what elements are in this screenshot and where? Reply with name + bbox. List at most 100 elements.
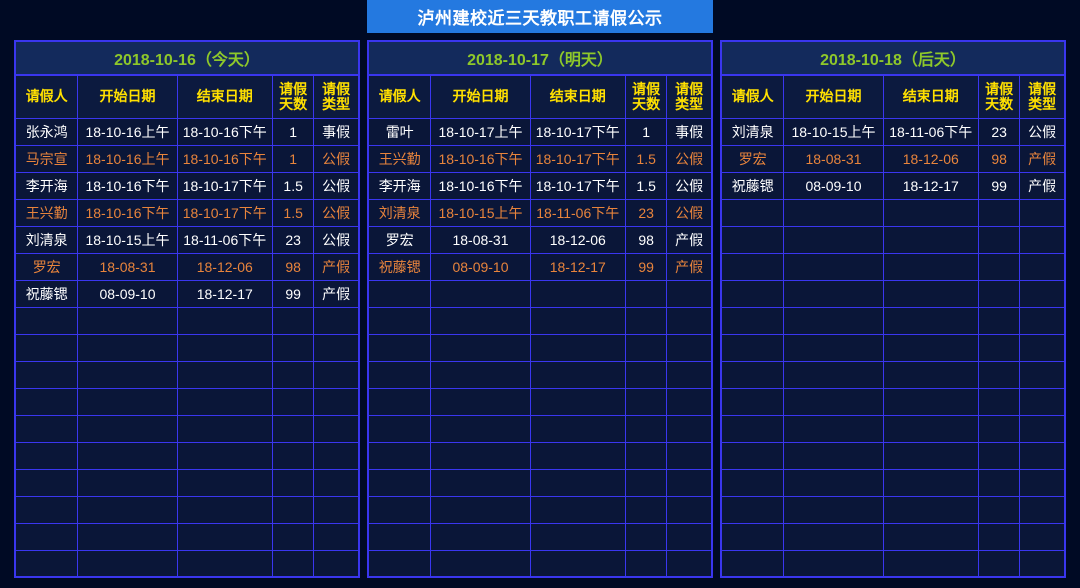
cell-empty (1019, 361, 1064, 389)
panel-date-label: 2018-10-18（后天） (820, 52, 966, 69)
cell-start: 18-08-31 (430, 226, 531, 254)
cell-empty (978, 334, 1021, 362)
cell-empty (783, 496, 884, 524)
cell-empty (313, 550, 358, 576)
cell-empty (177, 388, 273, 416)
column-header-text: 结束日期 (196, 88, 253, 105)
cell-empty (625, 496, 668, 524)
cell-empty (978, 226, 1021, 254)
cell-empty (666, 280, 711, 308)
cell-person: 刘清泉 (16, 226, 79, 254)
table-row-empty (16, 415, 358, 443)
table-row-empty (369, 307, 711, 335)
cell-type: 公假 (1019, 118, 1064, 146)
table-row: 罗宏 18-08-31 18-12-06 98 产假 (369, 226, 711, 254)
cell-empty (978, 253, 1021, 281)
cell-type: 事假 (666, 118, 711, 146)
cell-person: 王兴勤 (16, 199, 79, 227)
cell-empty (272, 415, 315, 443)
cell-empty (177, 307, 273, 335)
column-header-text: 开始日期 (99, 88, 156, 105)
cell-empty (625, 578, 666, 579)
cell-empty (16, 442, 79, 470)
cell-empty (530, 496, 626, 524)
table-row-empty (722, 226, 1064, 254)
leave-table: 请假人 开始日期 结束日期 请假 天数 请假 类型 张永鸿 18-10-16上午 18-10-16… (16, 76, 358, 579)
cell-empty (177, 334, 273, 362)
cell-empty (272, 388, 315, 416)
table-row-empty (16, 388, 358, 416)
cell-type: 公假 (313, 226, 358, 254)
cell-empty (530, 469, 626, 497)
cell-empty (722, 442, 785, 470)
cell-end: 18-12-17 (530, 253, 626, 281)
cell-empty (783, 388, 884, 416)
cell-empty (530, 361, 626, 389)
cell-empty (722, 578, 784, 579)
table-row-empty (369, 361, 711, 389)
column-header-days: 请假 天数 (625, 76, 668, 119)
cell-empty (1019, 199, 1064, 227)
cell-days: 98 (625, 226, 668, 254)
panel-day-after: 2018-10-18（后天） 请假人 开始日期 结束日期 请假 天数 请假 类型 刘清泉 18-1… (720, 40, 1066, 578)
cell-days: 1 (625, 118, 668, 146)
cell-start: 08-09-10 (77, 280, 178, 308)
cell-type: 产假 (1019, 172, 1064, 200)
table-row: 雷叶 18-10-17上午 18-10-17下午 1 事假 (369, 118, 711, 146)
table-row-empty (722, 199, 1064, 227)
column-header-end: 结束日期 (530, 76, 626, 119)
cell-empty (177, 523, 273, 551)
cell-days: 23 (625, 199, 668, 227)
cell-days: 1 (272, 118, 315, 146)
cell-empty (1019, 280, 1064, 308)
column-header-type: 请假 类型 (1019, 76, 1064, 119)
table-row-empty (16, 442, 358, 470)
cell-empty (625, 361, 668, 389)
table-row-empty (722, 550, 1064, 576)
cell-days: 1.5 (272, 199, 315, 227)
cell-empty (783, 523, 884, 551)
cell-start: 18-10-17上午 (430, 118, 531, 146)
cell-empty (666, 307, 711, 335)
cell-days: 99 (272, 280, 315, 308)
cell-end: 18-12-17 (883, 172, 979, 200)
table-row-empty (16, 361, 358, 389)
table-header-row: 请假人 开始日期 结束日期 请假 天数 请假 类型 (16, 76, 358, 119)
table-row-empty (722, 361, 1064, 389)
cell-empty (314, 578, 358, 579)
cell-empty (272, 307, 315, 335)
cell-empty (313, 523, 358, 551)
cell-empty (978, 280, 1021, 308)
table-row-empty (369, 550, 711, 576)
cell-empty (16, 361, 79, 389)
cell-empty (883, 523, 979, 551)
cell-person: 李开海 (16, 172, 79, 200)
column-header-text: 类型 (675, 96, 704, 112)
cell-empty (883, 334, 979, 362)
cell-days: 99 (978, 172, 1021, 200)
table-row: 王兴勤 18-10-16下午 18-10-17下午 1.5 公假 (369, 145, 711, 173)
cell-empty (272, 523, 315, 551)
table-row: 刘清泉 18-10-15上午 18-11-06下午 23 公假 (722, 118, 1064, 146)
cell-start: 18-08-31 (77, 253, 178, 281)
table-row-empty (722, 253, 1064, 281)
cell-empty (369, 307, 432, 335)
cell-type: 公假 (313, 172, 358, 200)
cell-empty (1019, 388, 1064, 416)
panel-header: 2018-10-17（明天） (369, 42, 711, 76)
cell-empty (783, 334, 884, 362)
column-header-text: 请假 (1028, 80, 1057, 97)
cell-empty (16, 334, 79, 362)
cell-start: 18-10-15上午 (77, 226, 178, 254)
cell-type: 产假 (1019, 145, 1064, 173)
cell-empty (883, 578, 978, 579)
table-row-empty (16, 307, 358, 335)
column-header-start: 开始日期 (430, 76, 531, 119)
cell-empty (313, 334, 358, 362)
cell-empty (978, 199, 1021, 227)
cell-empty (430, 469, 531, 497)
cell-empty (272, 469, 315, 497)
cell-empty (978, 361, 1021, 389)
table-header-row: 请假人 开始日期 结束日期 请假 天数 请假 类型 (722, 76, 1064, 119)
cell-person: 刘清泉 (722, 118, 785, 146)
